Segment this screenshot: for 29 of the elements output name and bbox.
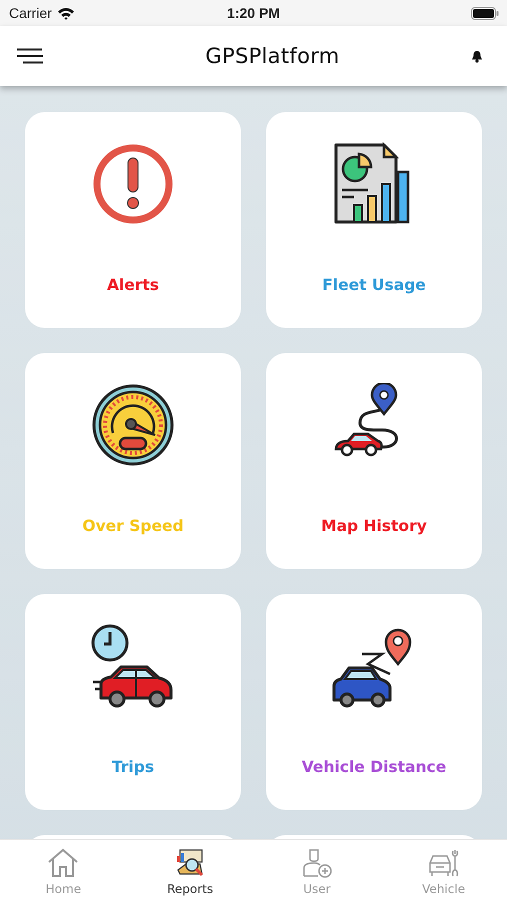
report-card[interactable]: Fleet Usage — [266, 112, 482, 328]
report-card[interactable]: Map History — [266, 353, 482, 569]
app-title: GPSPlatform — [205, 44, 340, 68]
card-label: Fleet Usage — [322, 276, 426, 294]
tab-item[interactable]: Home — [0, 840, 127, 900]
user-add-icon — [300, 848, 333, 878]
bell-icon[interactable] — [470, 50, 483, 62]
report-card[interactable]: Vehicle Distance — [266, 594, 482, 810]
card-label: Alerts — [106, 276, 160, 294]
report-card[interactable]: Trips — [25, 594, 241, 810]
speedometer-icon — [91, 383, 175, 467]
car-wrench-icon — [428, 848, 460, 878]
battery-icon — [471, 6, 499, 20]
exclamation-circle-icon — [91, 142, 175, 226]
house-icon — [47, 848, 80, 878]
menu-icon[interactable] — [16, 48, 44, 64]
tab-item[interactable]: Reports — [126, 840, 254, 900]
card-label: Over Speed — [82, 517, 184, 535]
report-card[interactable]: Over Speed — [25, 353, 241, 569]
carrier-label: Carrier — [9, 5, 52, 21]
report-card[interactable]: Alerts — [25, 112, 241, 328]
card-label: Trips — [112, 758, 154, 776]
car-clock-icon — [91, 624, 175, 708]
card-label: Vehicle Distance — [302, 758, 446, 776]
card-label: Map History — [321, 517, 427, 535]
wifi-icon — [56, 6, 75, 20]
tab-item[interactable]: Vehicle — [380, 840, 507, 900]
tab-item[interactable]: User — [254, 840, 380, 900]
clock-time: 1:20 PM — [227, 5, 280, 21]
